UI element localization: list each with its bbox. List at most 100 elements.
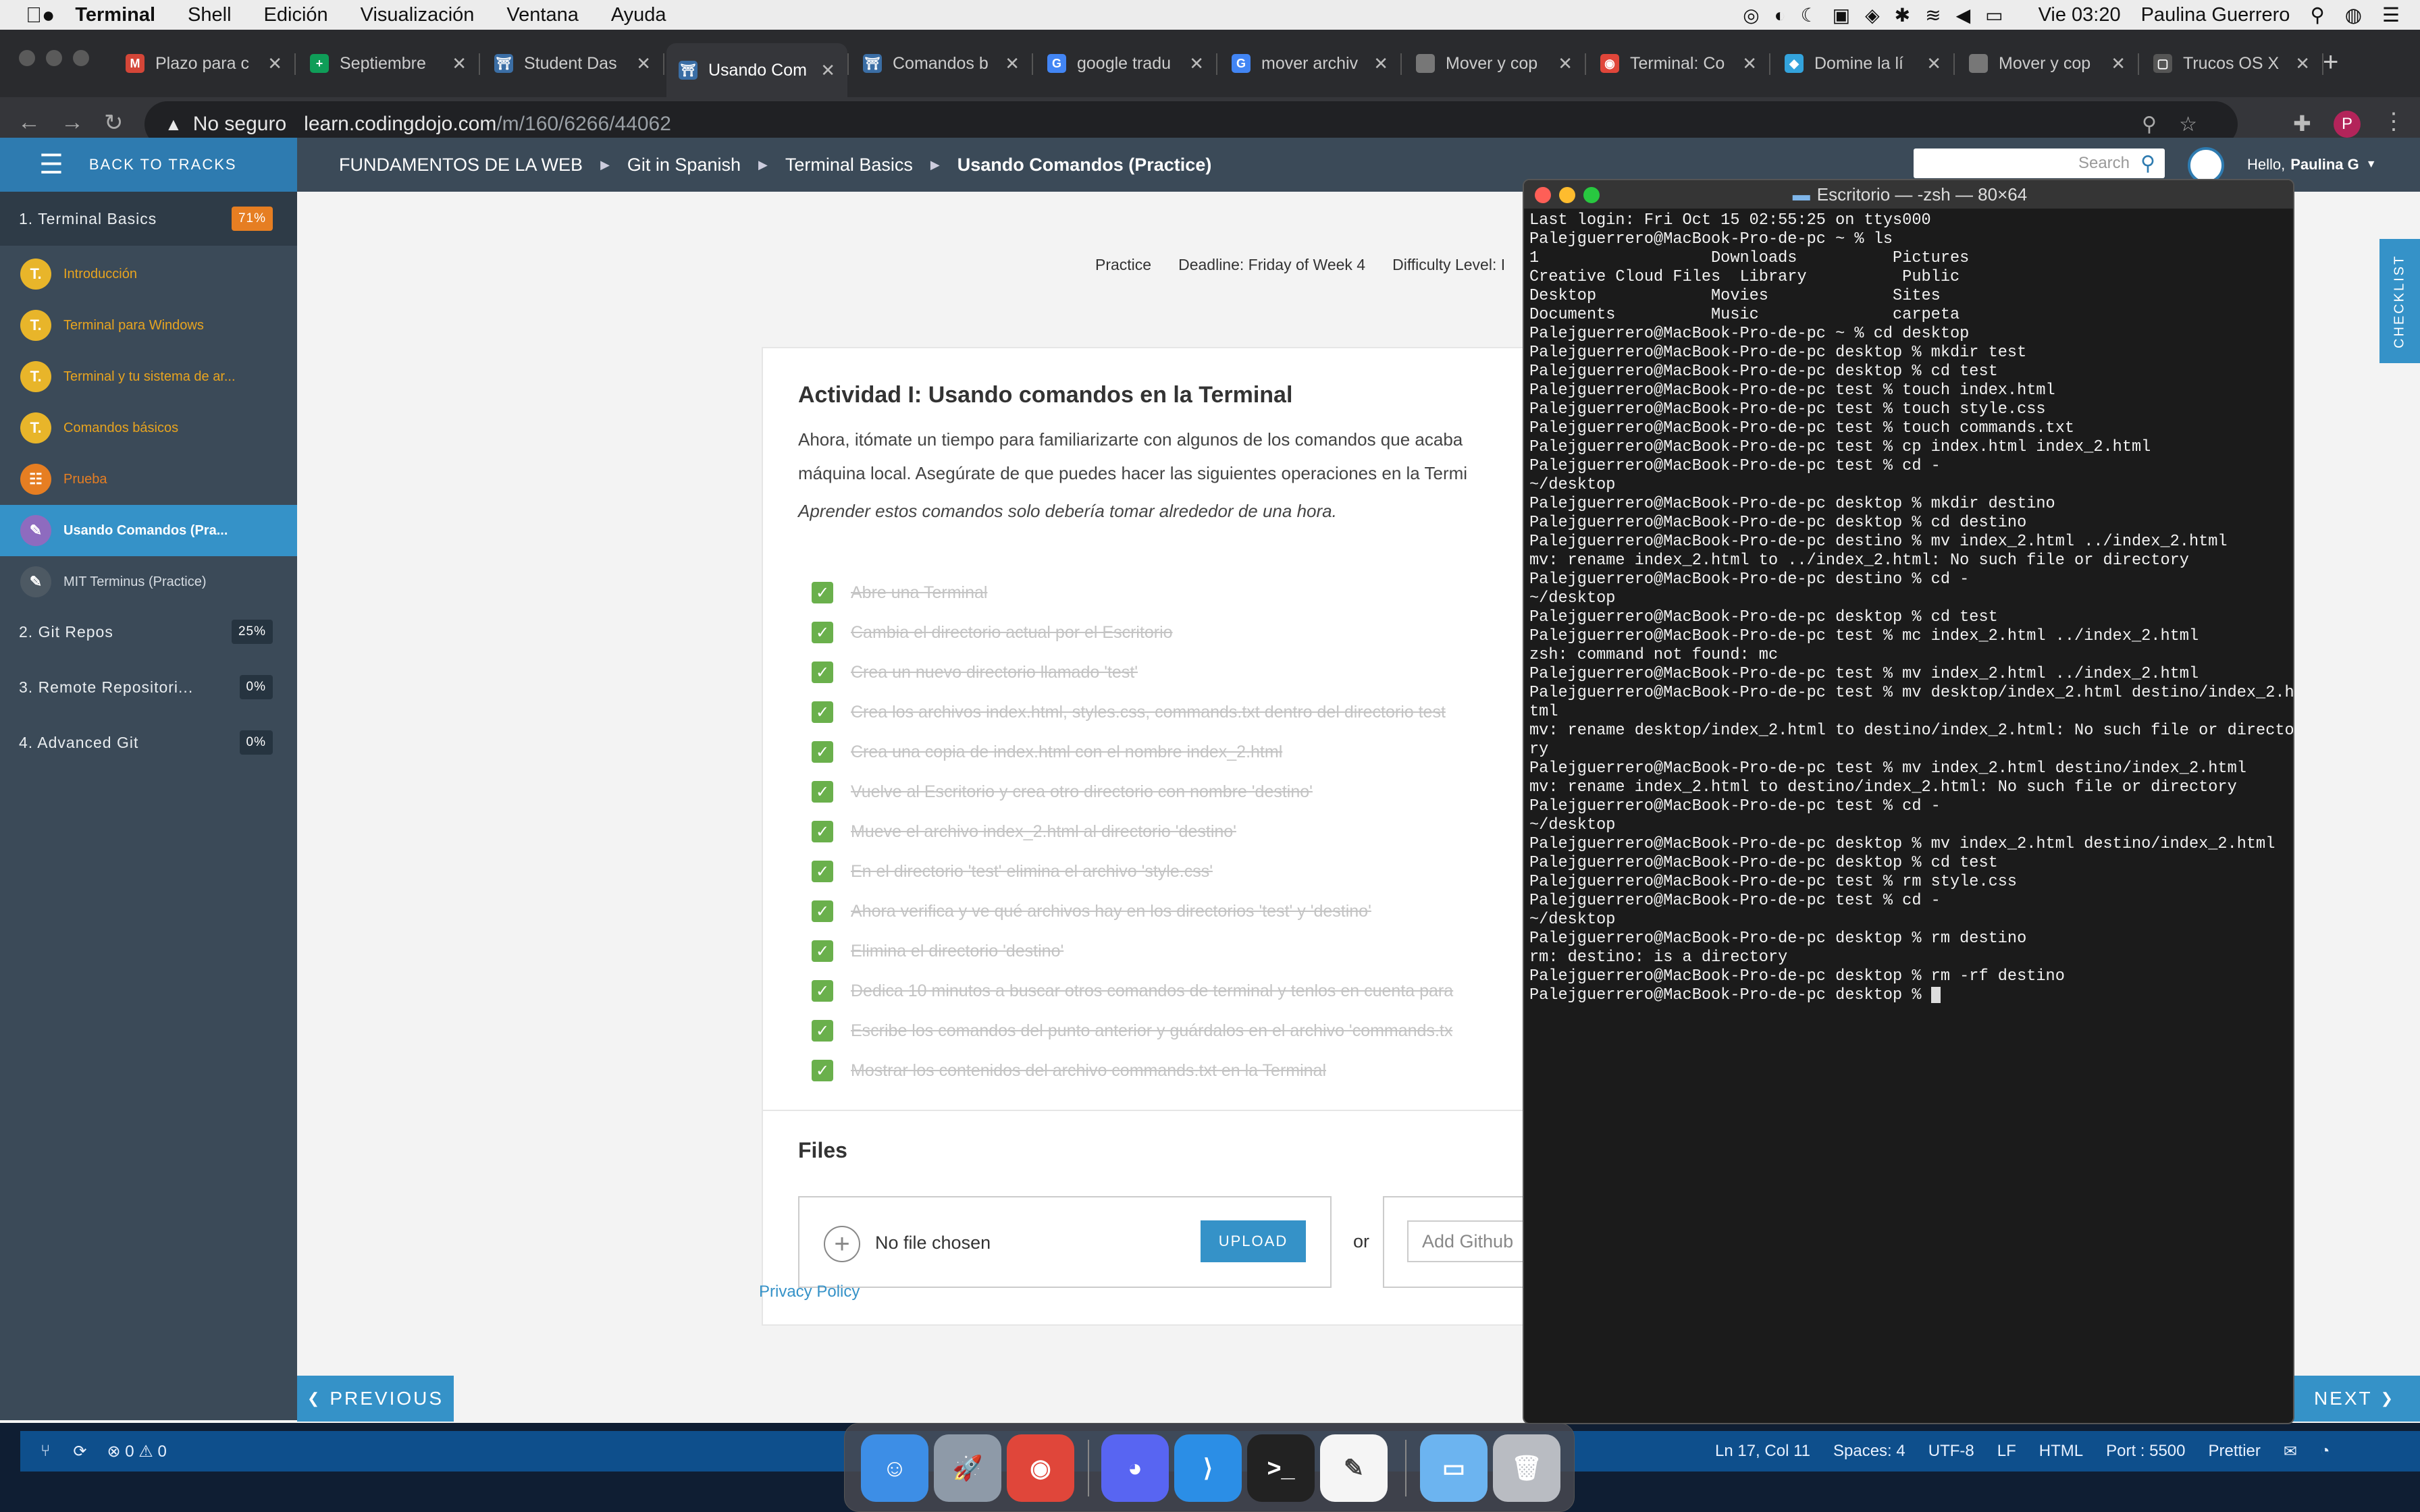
sidebar-item-label[interactable]: Terminal para Windows — [63, 318, 204, 333]
sidebar-item-label[interactable]: Prueba — [63, 472, 107, 487]
browser-tab[interactable]: Mover y cop ✕ — [1404, 43, 1586, 84]
browser-tab[interactable]: M Plazo para c ✕ — [113, 43, 296, 84]
sidebar-item-label[interactable]: Introducción — [63, 267, 137, 282]
section-label[interactable]: 2. Git Repos — [19, 623, 113, 641]
live-server-port[interactable]: Port : 5500 — [2106, 1442, 2185, 1461]
forward-icon[interactable]: → — [61, 109, 84, 136]
browser-tab[interactable]: ⛩ Usando Com ✕ — [666, 43, 849, 97]
feedback-icon[interactable]: ✉ — [2284, 1442, 2297, 1461]
maximize-icon[interactable] — [1583, 187, 1600, 203]
extensions-icon[interactable]: ✚ — [2293, 111, 2311, 136]
menu-ayuda[interactable]: Ayuda — [611, 4, 666, 26]
add-file-icon[interactable]: + — [824, 1226, 860, 1262]
tab-close-icon[interactable]: ✕ — [1742, 53, 1757, 74]
dock-discord-icon[interactable]: ◕ — [1101, 1434, 1169, 1502]
minimize-window-button[interactable] — [46, 50, 62, 66]
profile-avatar[interactable]: P — [2334, 111, 2361, 138]
section-label[interactable]: 4. Advanced Git — [19, 734, 138, 752]
sync-icon[interactable]: ⟳ — [73, 1442, 86, 1461]
menu-visualizacion[interactable]: Visualización — [361, 4, 475, 26]
checkbox-checked-icon[interactable]: ✓ — [812, 1060, 833, 1081]
dock-vscode-icon[interactable]: ⟩ — [1174, 1434, 1242, 1502]
checkbox-checked-icon[interactable]: ✓ — [812, 1020, 833, 1042]
checkbox-checked-icon[interactable]: ✓ — [812, 622, 833, 643]
sidebar-item[interactable]: ☷ Prueba — [0, 454, 297, 505]
tab-close-icon[interactable]: ✕ — [1558, 53, 1573, 74]
section-remote-repositories[interactable]: 3. Remote Repositori... 0% — [0, 660, 297, 714]
dock-folder-icon[interactable]: ▭ — [1420, 1434, 1488, 1502]
checkbox-checked-icon[interactable]: ✓ — [812, 900, 833, 922]
problems-indicator[interactable]: ⊗ 0 ⚠ 0 — [107, 1442, 167, 1461]
checklist-tab[interactable]: CHECKLIST — [2379, 239, 2420, 363]
previous-button[interactable]: ❮ PREVIOUS — [297, 1376, 454, 1422]
browser-tab[interactable]: ◉ Terminal: Co ✕ — [1588, 43, 1770, 84]
tab-close-icon[interactable]: ✕ — [1189, 53, 1204, 74]
privacy-policy-link[interactable]: Privacy Policy — [759, 1282, 860, 1301]
checkbox-checked-icon[interactable]: ✓ — [812, 662, 833, 683]
sidebar-item[interactable]: T. Comandos básicos — [0, 402, 297, 454]
sidebar-item-label[interactable]: MIT Terminus (Practice) — [63, 574, 207, 590]
section-terminal-basics[interactable]: 1. Terminal Basics 71% — [0, 192, 297, 246]
checkbox-checked-icon[interactable]: ✓ — [812, 861, 833, 882]
zoom-icon[interactable]: ⚲ — [2142, 113, 2157, 136]
browser-tab[interactable]: ▢ Trucos OS X ✕ — [2141, 43, 2323, 84]
browser-tab[interactable]: Mover y cop ✕ — [1957, 43, 2139, 84]
bookmark-star-icon[interactable]: ☆ — [2179, 113, 2197, 136]
crumb-fundamentos[interactable]: FUNDAMENTOS DE LA WEB — [339, 155, 583, 176]
next-button[interactable]: NEXT ❯ — [2289, 1376, 2420, 1422]
terminal-title-bar[interactable]: ▬ Escritorio — -zsh — 80×64 — [1524, 180, 2293, 209]
checkbox-checked-icon[interactable]: ✓ — [812, 701, 833, 723]
dock-textedit-icon[interactable]: ✎ — [1320, 1434, 1388, 1502]
minimize-icon[interactable] — [1559, 187, 1575, 203]
indentation[interactable]: Spaces: 4 — [1833, 1442, 1905, 1461]
terminal-output[interactable]: Last login: Fri Oct 15 02:55:25 on ttys0… — [1529, 211, 2293, 1423]
search-input[interactable]: Search ⚲ — [1914, 148, 2165, 178]
tab-close-icon[interactable]: ✕ — [2111, 53, 2126, 74]
dock-launchpad-icon[interactable]: 🚀 — [934, 1434, 1001, 1502]
browser-tab[interactable]: Ggoogle tradu ✕ — [1035, 43, 1217, 84]
browser-tab[interactable]: ⛩ Comandos b ✕ — [851, 43, 1033, 84]
back-to-tracks-label[interactable]: BACK TO TRACKS — [89, 156, 237, 173]
tab-close-icon[interactable]: ✕ — [1926, 53, 1941, 74]
browser-tab[interactable]: ⛩ Student Das ✕ — [482, 43, 664, 84]
sidebar-item[interactable]: T. Terminal para Windows — [0, 300, 297, 351]
checkbox-checked-icon[interactable]: ✓ — [812, 821, 833, 842]
crumb-terminal-basics[interactable]: Terminal Basics — [785, 155, 913, 176]
git-branch-icon[interactable]: ⑂ — [41, 1442, 50, 1461]
dock-finder-icon[interactable]: ☺ — [861, 1434, 928, 1502]
line-ending[interactable]: LF — [1997, 1442, 2016, 1461]
reload-icon[interactable]: ↻ — [104, 109, 124, 136]
prettier-status[interactable]: Prettier — [2209, 1442, 2261, 1461]
siri-icon[interactable]: ◍ — [2345, 3, 2362, 27]
dock-trash-icon[interactable]: 🗑 — [1493, 1434, 1560, 1502]
spotlight-icon[interactable]: ⚲ — [2310, 3, 2324, 27]
sidebar-item-label[interactable]: Comandos básicos — [63, 421, 178, 436]
notifications-icon[interactable]: ◔ — [2320, 1442, 2330, 1461]
avatar[interactable] — [2188, 147, 2224, 184]
sidebar-item-label[interactable]: Usando Comandos (Pra... — [63, 523, 228, 539]
section-label[interactable]: 1. Terminal Basics — [19, 210, 157, 228]
menubar-user[interactable]: Paulina Guerrero — [2141, 4, 2290, 26]
section-advanced-git[interactable]: 4. Advanced Git 0% — [0, 716, 297, 770]
tab-close-icon[interactable]: ✕ — [1005, 53, 1020, 74]
control-center-icon[interactable]: ☰ — [2382, 3, 2400, 27]
checkbox-checked-icon[interactable]: ✓ — [812, 980, 833, 1002]
cursor-position[interactable]: Ln 17, Col 11 — [1715, 1442, 1810, 1461]
sidebar-item-label[interactable]: Terminal y tu sistema de ar... — [63, 369, 236, 385]
maximize-window-button[interactable] — [73, 50, 89, 66]
back-icon[interactable]: ← — [18, 109, 41, 136]
close-window-button[interactable] — [19, 50, 35, 66]
browser-tab[interactable]: ◆ Domine la lí ✕ — [1772, 43, 1955, 84]
back-to-tracks[interactable]: ☰ BACK TO TRACKS — [0, 138, 297, 192]
close-icon[interactable] — [1535, 187, 1551, 203]
tab-close-icon[interactable]: ✕ — [820, 60, 835, 81]
menu-app-name[interactable]: Terminal — [75, 4, 155, 26]
dock-terminal-icon[interactable]: >_ — [1247, 1434, 1315, 1502]
browser-tab[interactable]: Gmover archiv ✕ — [1219, 43, 1402, 84]
checkbox-checked-icon[interactable]: ✓ — [812, 741, 833, 763]
menubar-clock[interactable]: Vie 03:20 — [2038, 4, 2121, 26]
sidebar-item[interactable]: ✎ MIT Terminus (Practice) — [0, 556, 297, 608]
new-tab-button[interactable]: + — [2323, 47, 2338, 78]
menu-shell[interactable]: Shell — [188, 4, 232, 26]
tab-close-icon[interactable]: ✕ — [636, 53, 651, 74]
